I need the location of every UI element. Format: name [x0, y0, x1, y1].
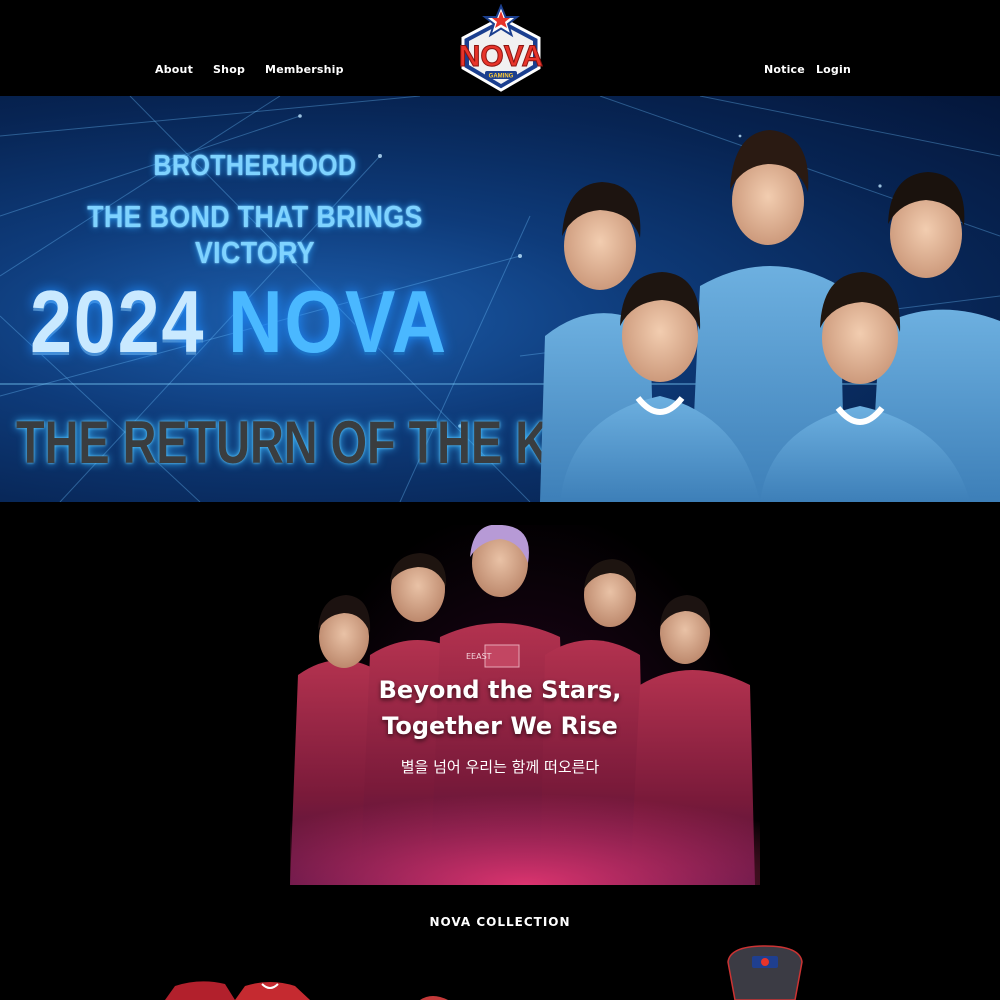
section2-title: Beyond the Stars, Together We Rise	[0, 672, 1000, 744]
collection-title: NOVA COLLECTION	[429, 915, 571, 929]
hero-year: 2024	[30, 272, 206, 371]
collection-product-row	[165, 945, 803, 1000]
section2-title-line2: Together We Rise	[382, 712, 618, 740]
hero-team-name: NOVA	[227, 272, 448, 371]
nav-about-link[interactable]: About	[155, 63, 193, 76]
section2-title-line1: Beyond the Stars,	[378, 676, 622, 704]
nav-login-link[interactable]: Login	[816, 63, 851, 76]
nova-logo[interactable]: NOVA GAMING	[455, 4, 547, 94]
top-nav: About Shop Membership NOVA GAMING Notice…	[0, 0, 1000, 96]
hero-year-team: 2024 NOVA	[30, 271, 448, 373]
product-gaming-chair[interactable]	[727, 945, 803, 1000]
hero-team-photo	[540, 130, 1000, 502]
hero-bond-text: THE BOND THAT BRINGS VICTORY	[87, 199, 423, 270]
hero-brotherhood-text: BROTHERHOOD	[153, 150, 357, 182]
nav-membership-link[interactable]: Membership	[265, 63, 344, 76]
logo-subtext: GAMING	[489, 74, 514, 80]
product-jersey-left[interactable]	[165, 981, 235, 1000]
product-jersey-right[interactable]	[235, 982, 310, 1000]
jersey-text: EEAST	[466, 652, 492, 661]
nav-right: Notice Login	[764, 63, 851, 76]
logo-wordmark: NOVA	[459, 40, 543, 73]
nav-notice-link[interactable]: Notice	[764, 63, 805, 76]
nav-shop-link[interactable]: Shop	[213, 63, 245, 76]
hero-headline-group: BROTHERHOOD THE BOND THAT BRINGS VICTORY…	[0, 96, 632, 502]
nav-left: About Shop Membership	[155, 63, 344, 76]
section2-subtitle: 별을 넘어 우리는 함께 떠오른다	[400, 758, 600, 776]
hero-banner[interactable]: BROTHERHOOD THE BOND THAT BRINGS VICTORY…	[0, 96, 1000, 502]
product-small-item[interactable]	[420, 996, 448, 1000]
